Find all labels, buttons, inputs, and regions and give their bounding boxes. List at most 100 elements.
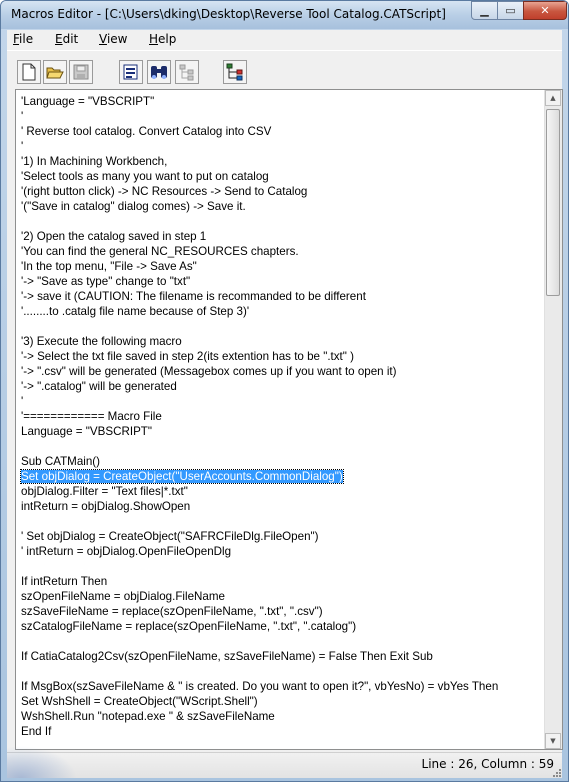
macros-editor-window: Macros Editor - [C:\Users\dking\Desktop\… — [0, 0, 569, 782]
code-line[interactable]: intReturn = objDialog.ShowOpen — [21, 499, 539, 514]
code-line[interactable]: szCatalogFileName = replace(szOpenFileNa… — [21, 619, 539, 634]
code-line[interactable] — [21, 214, 539, 229]
scroll-down-button[interactable]: ▼ — [545, 733, 561, 749]
code-line[interactable]: '3) Execute the following macro — [21, 334, 539, 349]
code-line-text: 'Select tools as many you want to put on… — [21, 170, 269, 183]
code-line[interactable]: 'You can find the general NC_RESOURCES c… — [21, 244, 539, 259]
code-line-text: End If — [21, 725, 52, 738]
close-button[interactable]: ✕ — [523, 1, 567, 20]
code-line[interactable] — [21, 439, 539, 454]
code-line-text: '("Save in catalog" dialog comes) -> Sav… — [21, 200, 246, 213]
code-line[interactable] — [21, 664, 539, 679]
code-line[interactable]: If CatiaCatalog2Csv(szOpenFileName, szSa… — [21, 649, 539, 664]
vertical-scrollbar[interactable]: ▲ ▼ — [544, 90, 562, 749]
code-line[interactable]: '============ Macro File — [21, 409, 539, 424]
code-line-text: 'In the top menu, "File -> Save As" — [21, 260, 197, 273]
menu-view[interactable]: View — [99, 32, 127, 46]
code-line-text: ' — [21, 110, 24, 123]
code-line-text: '........to .catalg file name because of… — [21, 305, 250, 318]
tree-button[interactable] — [175, 60, 199, 84]
code-line[interactable]: 'Select tools as many you want to put on… — [21, 169, 539, 184]
code-line[interactable]: ' — [21, 394, 539, 409]
title-bar[interactable]: Macros Editor - [C:\Users\dking\Desktop\… — [1, 1, 568, 29]
scrollbar-thumb[interactable] — [546, 109, 560, 296]
code-line-text: ' Reverse tool catalog. Convert Catalog … — [21, 125, 272, 138]
code-line[interactable]: '-> ".csv" will be generated (Messagebox… — [21, 364, 539, 379]
code-line[interactable]: Sub CATMain() — [21, 454, 539, 469]
object-browser-icon — [226, 63, 243, 81]
object-browser-button[interactable] — [223, 60, 247, 84]
find-icon — [151, 66, 167, 79]
maximize-button[interactable]: ▭ — [497, 1, 524, 20]
code-line[interactable] — [21, 514, 539, 529]
code-line[interactable]: End If — [21, 724, 539, 739]
code-line[interactable]: '(right button click) -> NC Resources ->… — [21, 184, 539, 199]
code-line[interactable] — [21, 319, 539, 334]
code-line-text: '1) In Machining Workbench, — [21, 155, 168, 168]
save-button[interactable] — [69, 60, 93, 84]
code-line-text: ' intReturn = objDialog.OpenFileOpenDlg — [21, 545, 232, 558]
new-button[interactable] — [17, 60, 41, 84]
code-line-text: '2) Open the catalog saved in step 1 — [21, 230, 207, 243]
code-line-text: Set objDialog = CreateObject("UserAccoun… — [20, 469, 344, 484]
code-line[interactable]: WshShell.Run "notepad.exe " & szSaveFile… — [21, 709, 539, 724]
code-line[interactable]: '1) In Machining Workbench, — [21, 154, 539, 169]
code-line[interactable]: ' Reverse tool catalog. Convert Catalog … — [21, 124, 539, 139]
code-line[interactable] — [21, 634, 539, 649]
code-line[interactable] — [21, 559, 539, 574]
maximize-icon: ▭ — [505, 4, 516, 17]
code-line-text: Set WshShell = CreateObject("WScript.She… — [21, 695, 258, 708]
cursor-position: Line : 26, Column : 59 — [421, 757, 554, 771]
code-line-text: intReturn = objDialog.ShowOpen — [21, 500, 191, 513]
tree-disabled-icon — [179, 64, 194, 81]
code-line-text: objDialog.Filter = "Text files|*.txt" — [21, 485, 188, 498]
code-line[interactable]: '2) Open the catalog saved in step 1 — [21, 229, 539, 244]
code-line[interactable]: '-> Select the txt file saved in step 2(… — [21, 349, 539, 364]
code-text[interactable]: 'Language = "VBSCRIPT" ' ' Reverse tool ca… — [20, 94, 539, 739]
code-line[interactable]: Language = "VBSCRIPT" — [21, 424, 539, 439]
editor-frame: 'Language = "VBSCRIPT" ' ' Reverse tool ca… — [7, 88, 563, 752]
code-line-text: ' — [21, 140, 24, 153]
code-line[interactable]: szSaveFileName = replace(szOpenFileName,… — [21, 604, 539, 619]
code-line[interactable]: ' — [21, 109, 539, 124]
status-bar: Line : 26, Column : 59 — [7, 746, 562, 778]
code-editor[interactable]: 'Language = "VBSCRIPT" ' ' Reverse tool ca… — [15, 89, 563, 750]
code-line-text: szSaveFileName = replace(szOpenFileName,… — [21, 605, 323, 618]
code-line[interactable]: szOpenFileName = objDialog.FileName — [21, 589, 539, 604]
code-line-selected[interactable]: Set objDialog = CreateObject("UserAccoun… — [20, 469, 539, 484]
code-line[interactable]: ' — [21, 139, 539, 154]
code-line[interactable]: '........to .catalg file name because of… — [21, 304, 539, 319]
resize-grip-icon[interactable] — [550, 766, 562, 778]
code-line[interactable]: ' Set objDialog = CreateObject("SAFRCFil… — [21, 529, 539, 544]
code-line-text: If MsgBox(szSaveFileName & " is created.… — [21, 680, 499, 693]
properties-button[interactable] — [119, 60, 143, 84]
open-button[interactable] — [43, 60, 67, 84]
code-line-text: ' Set objDialog = CreateObject("SAFRCFil… — [21, 530, 319, 543]
code-line[interactable]: Set WshShell = CreateObject("WScript.She… — [21, 694, 539, 709]
scroll-up-button[interactable]: ▲ — [545, 90, 561, 106]
code-line-text: '-> "Save as type" change to "txt" — [21, 275, 191, 288]
scroll-down-icon: ▼ — [550, 737, 556, 745]
find-button[interactable] — [147, 60, 171, 84]
menu-help[interactable]: Help — [149, 32, 176, 46]
minimize-button[interactable]: ▁ — [471, 1, 498, 20]
window-title: Macros Editor - [C:\Users\dking\Desktop\… — [11, 7, 446, 21]
code-line[interactable]: '-> ".catalog" will be generated — [21, 379, 539, 394]
code-line[interactable]: 'Language = "VBSCRIPT" — [21, 94, 539, 109]
code-line-text: '============ Macro File — [21, 410, 162, 423]
code-line[interactable]: objDialog.Filter = "Text files|*.txt" — [21, 484, 539, 499]
menu-file[interactable]: File — [13, 32, 33, 46]
menu-edit[interactable]: Edit — [55, 32, 78, 46]
code-line[interactable]: 'In the top menu, "File -> Save As" — [21, 259, 539, 274]
code-line-text: WshShell.Run "notepad.exe " & szSaveFile… — [21, 710, 275, 723]
code-line[interactable]: ' intReturn = objDialog.OpenFileOpenDlg — [21, 544, 539, 559]
code-line-text: Language = "VBSCRIPT" — [21, 425, 153, 438]
code-line[interactable]: '-> save it (CAUTION: The filename is re… — [21, 289, 539, 304]
code-line[interactable]: If MsgBox(szSaveFileName & " is created.… — [21, 679, 539, 694]
open-folder-icon — [46, 67, 64, 79]
code-line[interactable]: '-> "Save as type" change to "txt" — [21, 274, 539, 289]
code-line[interactable]: '("Save in catalog" dialog comes) -> Sav… — [21, 199, 539, 214]
code-line-text: If CatiaCatalog2Csv(szOpenFileName, szSa… — [21, 650, 433, 663]
code-line[interactable]: If intReturn Then — [21, 574, 539, 589]
code-line-text: '-> save it (CAUTION: The filename is re… — [21, 290, 366, 303]
